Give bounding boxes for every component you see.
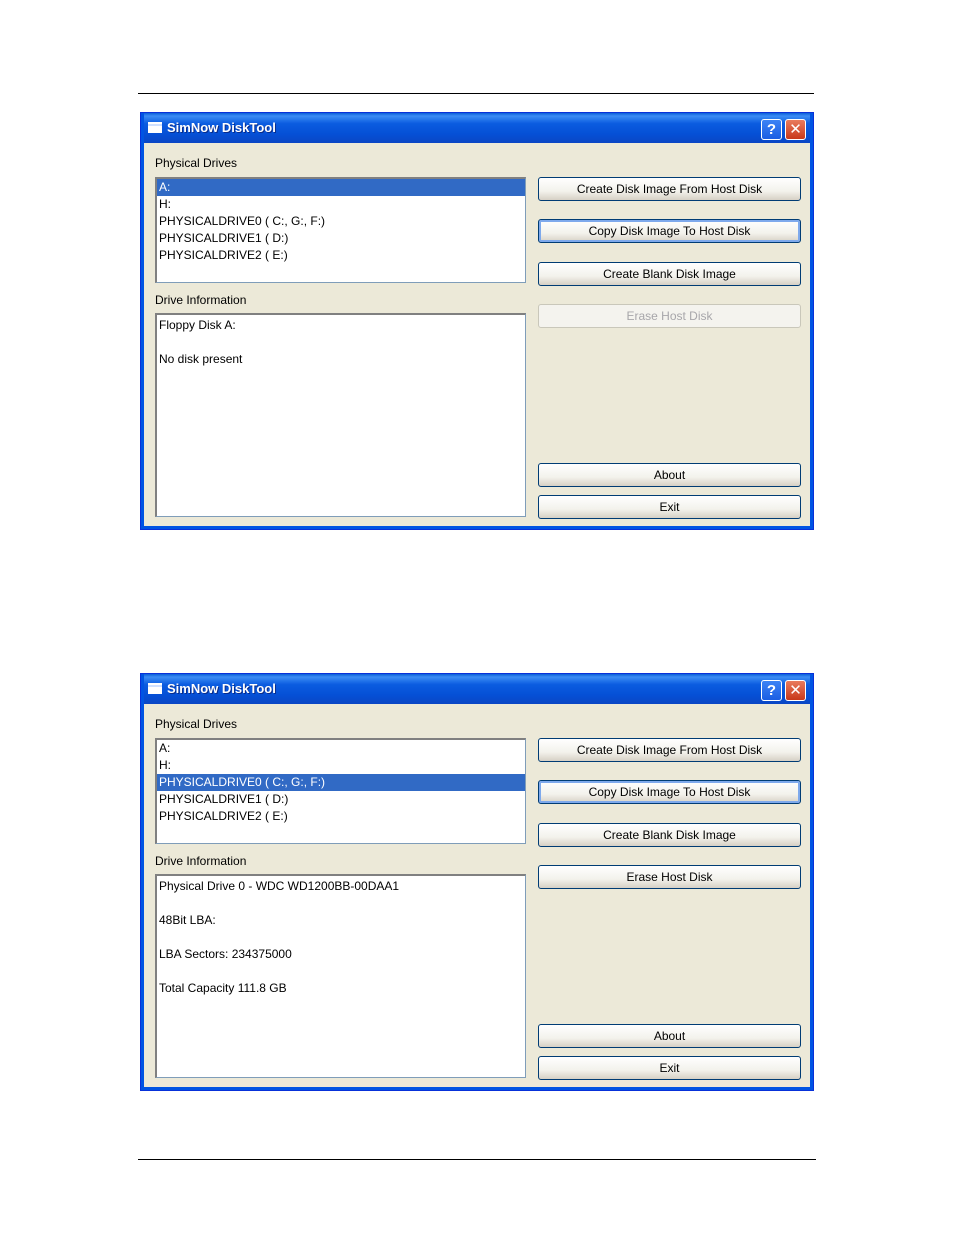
- physical-drives-label: Physical Drives: [155, 156, 238, 170]
- copy-disk-image-button[interactable]: Copy Disk Image To Host Disk: [538, 780, 801, 804]
- info-line: [159, 929, 525, 946]
- drive-item-physicaldrive1[interactable]: PHYSICALDRIVE1 ( D:): [157, 230, 525, 247]
- window-icon: [148, 683, 162, 694]
- footer-rule: [138, 1159, 816, 1160]
- close-button[interactable]: ✕: [785, 119, 806, 140]
- drive-information-box[interactable]: Physical Drive 0 - WDC WD1200BB-00DAA1 4…: [155, 874, 526, 1078]
- drive-item-physicaldrive1[interactable]: PHYSICALDRIVE1 ( D:): [157, 791, 525, 808]
- physical-drives-list[interactable]: A: H: PHYSICALDRIVE0 ( C:, G:, F:) PHYSI…: [155, 738, 526, 844]
- drive-item-a[interactable]: A:: [157, 179, 525, 196]
- drive-item-physicaldrive0[interactable]: PHYSICALDRIVE0 ( C:, G:, F:): [157, 774, 525, 791]
- drive-information-label: Drive Information: [155, 293, 247, 307]
- window-title: SimNow DiskTool: [167, 120, 276, 135]
- drive-information-box[interactable]: Floppy Disk A: No disk present: [155, 313, 526, 517]
- info-line: [159, 334, 525, 351]
- drive-item-physicaldrive0[interactable]: PHYSICALDRIVE0 ( C:, G:, F:): [157, 213, 525, 230]
- help-button[interactable]: ?: [761, 119, 782, 140]
- create-blank-image-button[interactable]: Create Blank Disk Image: [538, 262, 801, 286]
- drive-item-physicaldrive2[interactable]: PHYSICALDRIVE2 ( E:): [157, 808, 525, 825]
- disktool-window-1: SimNow DiskTool ? ✕ Physical Drives A: H…: [140, 112, 814, 530]
- info-line: [159, 895, 525, 912]
- create-disk-image-button[interactable]: Create Disk Image From Host Disk: [538, 177, 801, 201]
- physical-drives-list[interactable]: A: H: PHYSICALDRIVE0 ( C:, G:, F:) PHYSI…: [155, 177, 526, 283]
- info-line: No disk present: [159, 352, 243, 366]
- copy-disk-image-button[interactable]: Copy Disk Image To Host Disk: [538, 219, 801, 243]
- title-bar[interactable]: SimNow DiskTool ? ✕: [141, 113, 813, 143]
- erase-host-disk-button[interactable]: Erase Host Disk: [538, 304, 801, 328]
- info-line: Floppy Disk A:: [159, 318, 236, 332]
- drive-item-a[interactable]: A:: [157, 740, 525, 757]
- drive-item-physicaldrive2[interactable]: PHYSICALDRIVE2 ( E:): [157, 247, 525, 264]
- exit-button[interactable]: Exit: [538, 1056, 801, 1080]
- info-line: Total Capacity 111.8 GB: [159, 981, 287, 995]
- erase-host-disk-button[interactable]: Erase Host Disk: [538, 865, 801, 889]
- about-button[interactable]: About: [538, 463, 801, 487]
- create-blank-image-button[interactable]: Create Blank Disk Image: [538, 823, 801, 847]
- window-icon: [148, 122, 162, 133]
- physical-drives-label: Physical Drives: [155, 717, 238, 731]
- info-line: 48Bit LBA:: [159, 913, 216, 927]
- header-rule: [138, 93, 814, 94]
- title-bar[interactable]: SimNow DiskTool ? ✕: [141, 674, 813, 704]
- disktool-window-2: SimNow DiskTool ? ✕ Physical Drives A: H…: [140, 673, 814, 1091]
- drive-item-h[interactable]: H:: [157, 757, 525, 774]
- exit-button[interactable]: Exit: [538, 495, 801, 519]
- create-disk-image-button[interactable]: Create Disk Image From Host Disk: [538, 738, 801, 762]
- help-button[interactable]: ?: [761, 680, 782, 701]
- close-button[interactable]: ✕: [785, 680, 806, 701]
- info-line: [159, 963, 525, 980]
- window-title: SimNow DiskTool: [167, 681, 276, 696]
- info-line: LBA Sectors: 234375000: [159, 947, 292, 961]
- drive-item-h[interactable]: H:: [157, 196, 525, 213]
- info-line: Physical Drive 0 - WDC WD1200BB-00DAA1: [159, 879, 400, 893]
- drive-information-label: Drive Information: [155, 854, 247, 868]
- about-button[interactable]: About: [538, 1024, 801, 1048]
